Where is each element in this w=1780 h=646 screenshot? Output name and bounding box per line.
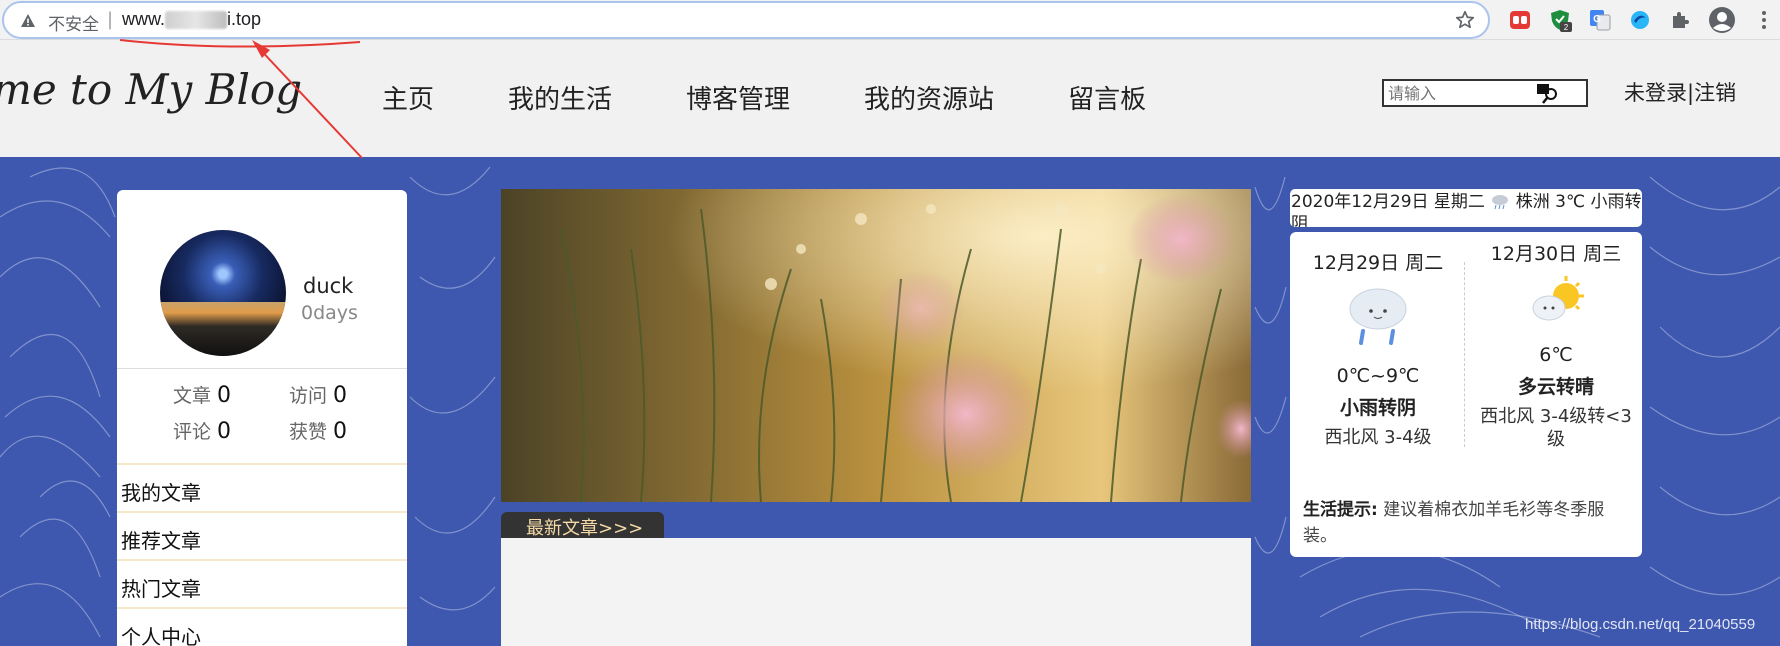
life-tip: 生活提示: 建议着棉衣加羊毛衫等冬季服装。 (1303, 497, 1633, 549)
bookmark-star-icon[interactable] (1454, 9, 1476, 31)
extensions-puzzle-icon[interactable] (1668, 8, 1692, 32)
stat-likes-value: 0 (333, 419, 348, 444)
small-rain-icon (1492, 195, 1509, 210)
forecast-day-2: 12月30日 周三 6℃ 多云转晴 西北风 3-4级转<3级 (1476, 239, 1636, 451)
tab-latest-articles[interactable]: 最新文章>>> (501, 512, 664, 539)
stat-likes-label: 获赞 (289, 421, 328, 443)
nav-my-life[interactable]: 我的生活 (508, 79, 612, 116)
security-label[interactable]: 不安全 (48, 10, 99, 35)
warning-icon[interactable] (20, 13, 36, 29)
forecast-day-1: 12月29日 周二 0℃~9℃ 小雨转阴 西北风 3-4级 (1298, 248, 1458, 449)
browser-toolbar: 不安全 | www. i.top 2 G (0, 0, 1780, 40)
stat-comments[interactable]: 评论 0 (173, 417, 231, 444)
forecast-day-1-wind: 西北风 3-4级 (1324, 427, 1432, 448)
nav-guestbook[interactable]: 留言板 (1068, 79, 1146, 116)
extension-red-icon[interactable] (1508, 8, 1532, 32)
menu-dots-icon[interactable] (1752, 8, 1776, 32)
forecast-day-1-temp: 0℃~9℃ (1336, 365, 1420, 387)
site-logo[interactable]: me to My Blog (0, 65, 302, 114)
rain-cloud-icon (1349, 288, 1407, 345)
partly-sunny-icon (1532, 276, 1584, 321)
profile-menu: 我的文章 推荐文章 热门文章 个人中心 (117, 463, 407, 646)
profile-card: duck 0days 文章 0 访问 0 评论 0 获赞 0 我的文章 推荐文章 热门文… (117, 190, 407, 646)
stat-visits[interactable]: 访问 0 (289, 381, 347, 408)
banner-image[interactable] (501, 189, 1251, 502)
latest-articles-panel (501, 538, 1251, 646)
address-bar[interactable]: 不安全 | www. i.top (2, 1, 1490, 39)
nav-blog-admin[interactable]: 博客管理 (686, 79, 790, 116)
profile-stats: 文章 0 访问 0 评论 0 获赞 0 (117, 368, 407, 463)
stat-comments-label: 评论 (173, 421, 212, 443)
url-text[interactable]: www. i.top (122, 9, 261, 30)
main-nav: 主页 我的生活 博客管理 我的资源站 留言板 (382, 79, 1220, 116)
stat-articles[interactable]: 文章 0 (173, 381, 231, 408)
site-header: me to My Blog 主页 我的生活 博客管理 我的资源站 留言板 未登录… (0, 41, 1780, 157)
avatar-horizon (160, 302, 286, 356)
flower-field-image (501, 189, 1251, 502)
stat-articles-label: 文章 (173, 385, 212, 407)
login-logout-link[interactable]: 未登录|注销 (1624, 77, 1736, 107)
extension-blue-swirl-icon[interactable] (1628, 8, 1652, 32)
avatar[interactable] (160, 230, 286, 356)
profile-days: 0days (301, 302, 358, 324)
extension-badge: 2 (1564, 23, 1569, 32)
svg-text:G: G (1593, 14, 1601, 25)
stat-likes[interactable]: 获赞 0 (289, 417, 347, 444)
url-redaction (165, 11, 228, 30)
forecast-day-1-cond: 小雨转阴 (1339, 397, 1416, 419)
url-prefix: www. (122, 9, 166, 29)
forecast-day-2-cond: 多云转晴 (1517, 376, 1594, 398)
forecast-day-2-date: 12月30日 周三 (1490, 243, 1622, 265)
date-text: 2020年12月29日 星期二 (1291, 192, 1485, 212)
weather-date-bar: 2020年12月29日 星期二 株洲 3℃ 小雨转阴 (1290, 189, 1642, 227)
stat-comments-value: 0 (217, 419, 232, 444)
profile-username[interactable]: duck (303, 274, 353, 298)
nav-resources[interactable]: 我的资源站 (864, 79, 994, 116)
weather-forecast-card: 12月29日 周二 0℃~9℃ 小雨转阴 西北风 3-4级 12月30日 周三 … (1290, 232, 1642, 557)
search-box (1382, 79, 1588, 107)
stat-articles-value: 0 (217, 383, 232, 408)
stat-visits-label: 访问 (289, 385, 328, 407)
translate-icon[interactable]: G (1588, 8, 1612, 32)
menu-personal-center[interactable]: 个人中心 (117, 607, 407, 646)
csdn-watermark: https://blog.csdn.net/qq_21040559 (1525, 616, 1756, 633)
forecast-day-1-date: 12月29日 周二 (1312, 252, 1444, 274)
url-suffix: i.top (227, 9, 262, 29)
menu-recommended[interactable]: 推荐文章 (117, 511, 407, 559)
nav-home[interactable]: 主页 (382, 79, 434, 116)
forecast-divider (1464, 262, 1465, 447)
menu-my-articles[interactable]: 我的文章 (117, 463, 407, 511)
extension-shield-icon[interactable]: 2 (1548, 8, 1572, 32)
life-tip-label: 生活提示: (1303, 500, 1378, 520)
search-icon[interactable] (1536, 82, 1562, 104)
forecast-day-2-wind: 西北风 3-4级转<3级 (1480, 406, 1632, 450)
stat-visits-value: 0 (333, 383, 348, 408)
menu-hot-articles[interactable]: 热门文章 (117, 559, 407, 607)
omnibox-separator: | (107, 9, 114, 30)
search-input[interactable] (1384, 81, 1524, 105)
profile-avatar-icon[interactable] (1708, 6, 1736, 34)
forecast-day-2-temp: 6℃ (1539, 344, 1573, 366)
